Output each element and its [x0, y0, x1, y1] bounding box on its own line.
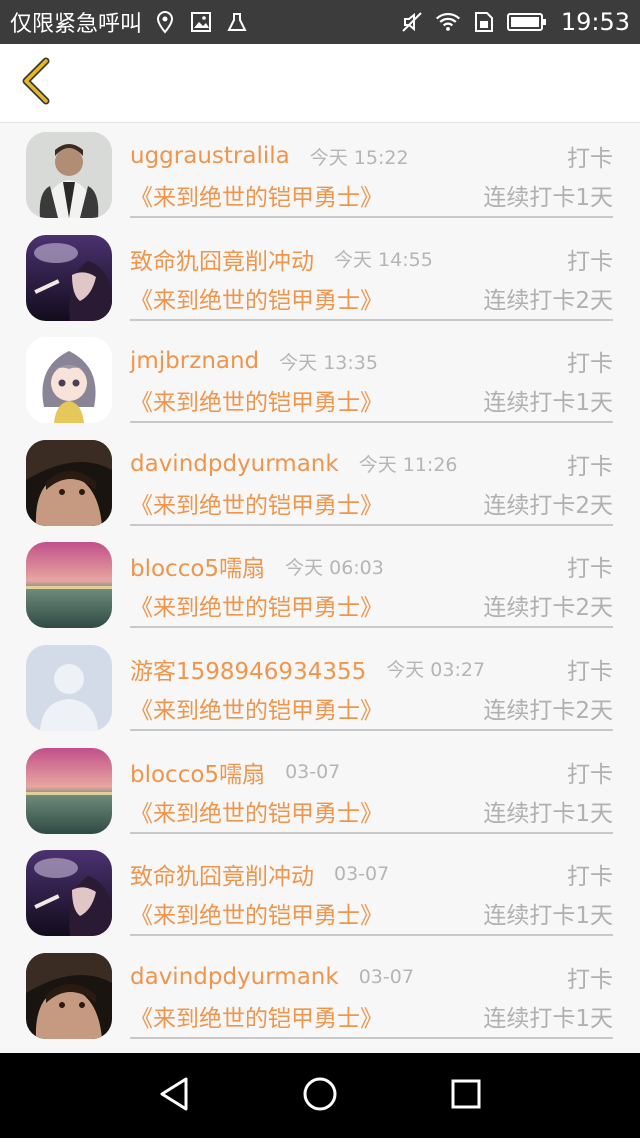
avatar[interactable] — [26, 850, 112, 937]
book-title[interactable]: 《来到绝世的铠甲勇士》 — [130, 896, 383, 930]
username[interactable]: davindpdyurmank — [130, 964, 339, 990]
streak-text: 连续打卡2天 — [483, 595, 613, 622]
timestamp: 今天 13:35 — [279, 351, 378, 374]
username[interactable]: blocco5嚅扇 — [130, 549, 265, 583]
clock-text: 19:53 — [560, 8, 630, 36]
username[interactable]: 游客1598946934355 — [130, 652, 366, 686]
sim-icon — [471, 9, 497, 35]
entry-content: 游客1598946934355 今天 03:27 打卡 《来到绝世的铠甲勇士》 … — [130, 636, 613, 731]
avatar[interactable] — [26, 439, 112, 526]
username[interactable]: davindpdyurmank — [130, 451, 339, 477]
avatar[interactable] — [26, 644, 112, 731]
battery-icon — [506, 9, 547, 35]
mute-icon — [399, 9, 425, 35]
checkin-label: 打卡 — [567, 966, 613, 993]
username[interactable]: uggraustralila — [130, 143, 290, 169]
back-triangle-icon — [158, 1076, 190, 1116]
timestamp: 今天 03:27 — [386, 659, 486, 682]
list-item[interactable]: blocco5嚅扇 03-07 打卡 《来到绝世的铠甲勇士》 连续打卡1天 — [0, 739, 640, 842]
timestamp: 03-07 — [334, 863, 390, 886]
checkin-label: 打卡 — [567, 761, 613, 788]
home-circle-icon — [302, 1076, 338, 1116]
timestamp: 今天 14:55 — [334, 249, 433, 272]
username[interactable]: jmjbrznand — [130, 348, 259, 374]
streak-text: 连续打卡2天 — [483, 492, 613, 519]
nav-recents-button[interactable] — [446, 1076, 486, 1116]
checkin-label: 打卡 — [567, 864, 613, 891]
book-title[interactable]: 《来到绝世的铠甲勇士》 — [130, 383, 383, 417]
timestamp: 03-07 — [285, 760, 341, 783]
entry-content: blocco5嚅扇 今天 06:03 打卡 《来到绝世的铠甲勇士》 连续打卡2天 — [130, 533, 613, 629]
streak-text: 连续打卡1天 — [483, 1005, 613, 1032]
timestamp: 今天 15:22 — [309, 146, 409, 169]
streak-text: 连续打卡1天 — [483, 800, 613, 827]
status-bar: 仅限紧急呼叫 19:53 — [0, 0, 640, 44]
streak-text: 连续打卡1天 — [483, 903, 613, 930]
entry-content: 致命犰囧竟削冲动 今天 14:55 打卡 《来到绝世的铠甲勇士》 连续打卡2天 — [130, 226, 613, 321]
list-item[interactable]: davindpdyurmank 03-07 打卡 《来到绝世的铠甲勇士》 连续打… — [0, 944, 640, 1047]
checkin-label: 打卡 — [567, 658, 613, 685]
avatar[interactable] — [26, 747, 112, 834]
checkin-label: 打卡 — [567, 248, 613, 275]
timestamp: 今天 11:26 — [358, 454, 458, 477]
back-button[interactable] — [14, 57, 58, 109]
list-item[interactable]: 致命犰囧竟削冲动 今天 14:55 打卡 《来到绝世的铠甲勇士》 连续打卡2天 — [0, 226, 640, 329]
chevron-left-icon — [18, 57, 54, 109]
list-item[interactable]: blocco5嚅扇 今天 06:03 打卡 《来到绝世的铠甲勇士》 连续打卡2天 — [0, 533, 640, 636]
book-title[interactable]: 《来到绝世的铠甲勇士》 — [130, 178, 383, 212]
status-left: 仅限紧急呼叫 — [10, 6, 250, 38]
book-title[interactable]: 《来到绝世的铠甲勇士》 — [130, 281, 383, 315]
entry-content: jmjbrznand 今天 13:35 打卡 《来到绝世的铠甲勇士》 连续打卡1… — [130, 328, 613, 424]
list-item[interactable]: uggraustralila 今天 15:22 打卡 《来到绝世的铠甲勇士》 连… — [0, 123, 640, 226]
avatar[interactable] — [26, 337, 112, 424]
checkin-label: 打卡 — [567, 453, 613, 480]
status-right: 19:53 — [399, 8, 630, 36]
storage-icon — [224, 9, 250, 35]
avatar[interactable] — [26, 542, 112, 629]
checkin-list: uggraustralila 今天 15:22 打卡 《来到绝世的铠甲勇士》 连… — [0, 123, 640, 1053]
image-icon — [188, 9, 214, 35]
wifi-icon — [435, 9, 461, 35]
carrier-text: 仅限紧急呼叫 — [10, 12, 143, 37]
nav-home-button[interactable] — [300, 1076, 340, 1116]
entry-content: 致命犰囧竟削冲动 03-07 打卡 《来到绝世的铠甲勇士》 连续打卡1天 — [130, 841, 613, 937]
username[interactable]: 致命犰囧竟削冲动 — [130, 242, 314, 276]
location-icon — [152, 9, 178, 35]
streak-text: 连续打卡1天 — [483, 185, 613, 211]
username[interactable]: blocco5嚅扇 — [130, 755, 265, 789]
system-nav-bar — [0, 1053, 640, 1138]
book-title[interactable]: 《来到绝世的铠甲勇士》 — [130, 691, 383, 725]
list-item[interactable]: 游客1598946934355 今天 03:27 打卡 《来到绝世的铠甲勇士》 … — [0, 636, 640, 739]
timestamp: 03-07 — [358, 965, 414, 988]
avatar[interactable] — [26, 234, 112, 321]
streak-text: 连续打卡2天 — [483, 697, 613, 724]
book-title[interactable]: 《来到绝世的铠甲勇士》 — [130, 588, 383, 622]
entry-content: davindpdyurmank 今天 11:26 打卡 《来到绝世的铠甲勇士》 … — [130, 431, 613, 526]
list-item[interactable]: jmjbrznand 今天 13:35 打卡 《来到绝世的铠甲勇士》 连续打卡1… — [0, 328, 640, 431]
streak-text: 连续打卡1天 — [483, 390, 613, 417]
entry-content: blocco5嚅扇 03-07 打卡 《来到绝世的铠甲勇士》 连续打卡1天 — [130, 739, 613, 834]
timestamp: 今天 06:03 — [285, 556, 384, 579]
avatar[interactable] — [26, 952, 112, 1039]
checkin-label: 打卡 — [567, 556, 613, 583]
avatar[interactable] — [26, 132, 112, 218]
top-bar — [0, 44, 640, 123]
list-item[interactable]: davindpdyurmank 今天 11:26 打卡 《来到绝世的铠甲勇士》 … — [0, 431, 640, 534]
entry-content: uggraustralila 今天 15:22 打卡 《来到绝世的铠甲勇士》 连… — [130, 123, 613, 218]
entry-content: davindpdyurmank 03-07 打卡 《来到绝世的铠甲勇士》 连续打… — [130, 944, 613, 1039]
book-title[interactable]: 《来到绝世的铠甲勇士》 — [130, 486, 383, 520]
book-title[interactable]: 《来到绝世的铠甲勇士》 — [130, 794, 383, 828]
nav-back-button[interactable] — [154, 1076, 194, 1116]
recents-square-icon — [450, 1078, 482, 1114]
list-item[interactable]: 致命犰囧竟削冲动 03-07 打卡 《来到绝世的铠甲勇士》 连续打卡1天 — [0, 841, 640, 944]
book-title[interactable]: 《来到绝世的铠甲勇士》 — [130, 999, 383, 1033]
streak-text: 连续打卡2天 — [483, 287, 613, 314]
checkin-label: 打卡 — [567, 146, 613, 172]
username[interactable]: 致命犰囧竟削冲动 — [130, 857, 314, 891]
checkin-label: 打卡 — [567, 351, 613, 378]
